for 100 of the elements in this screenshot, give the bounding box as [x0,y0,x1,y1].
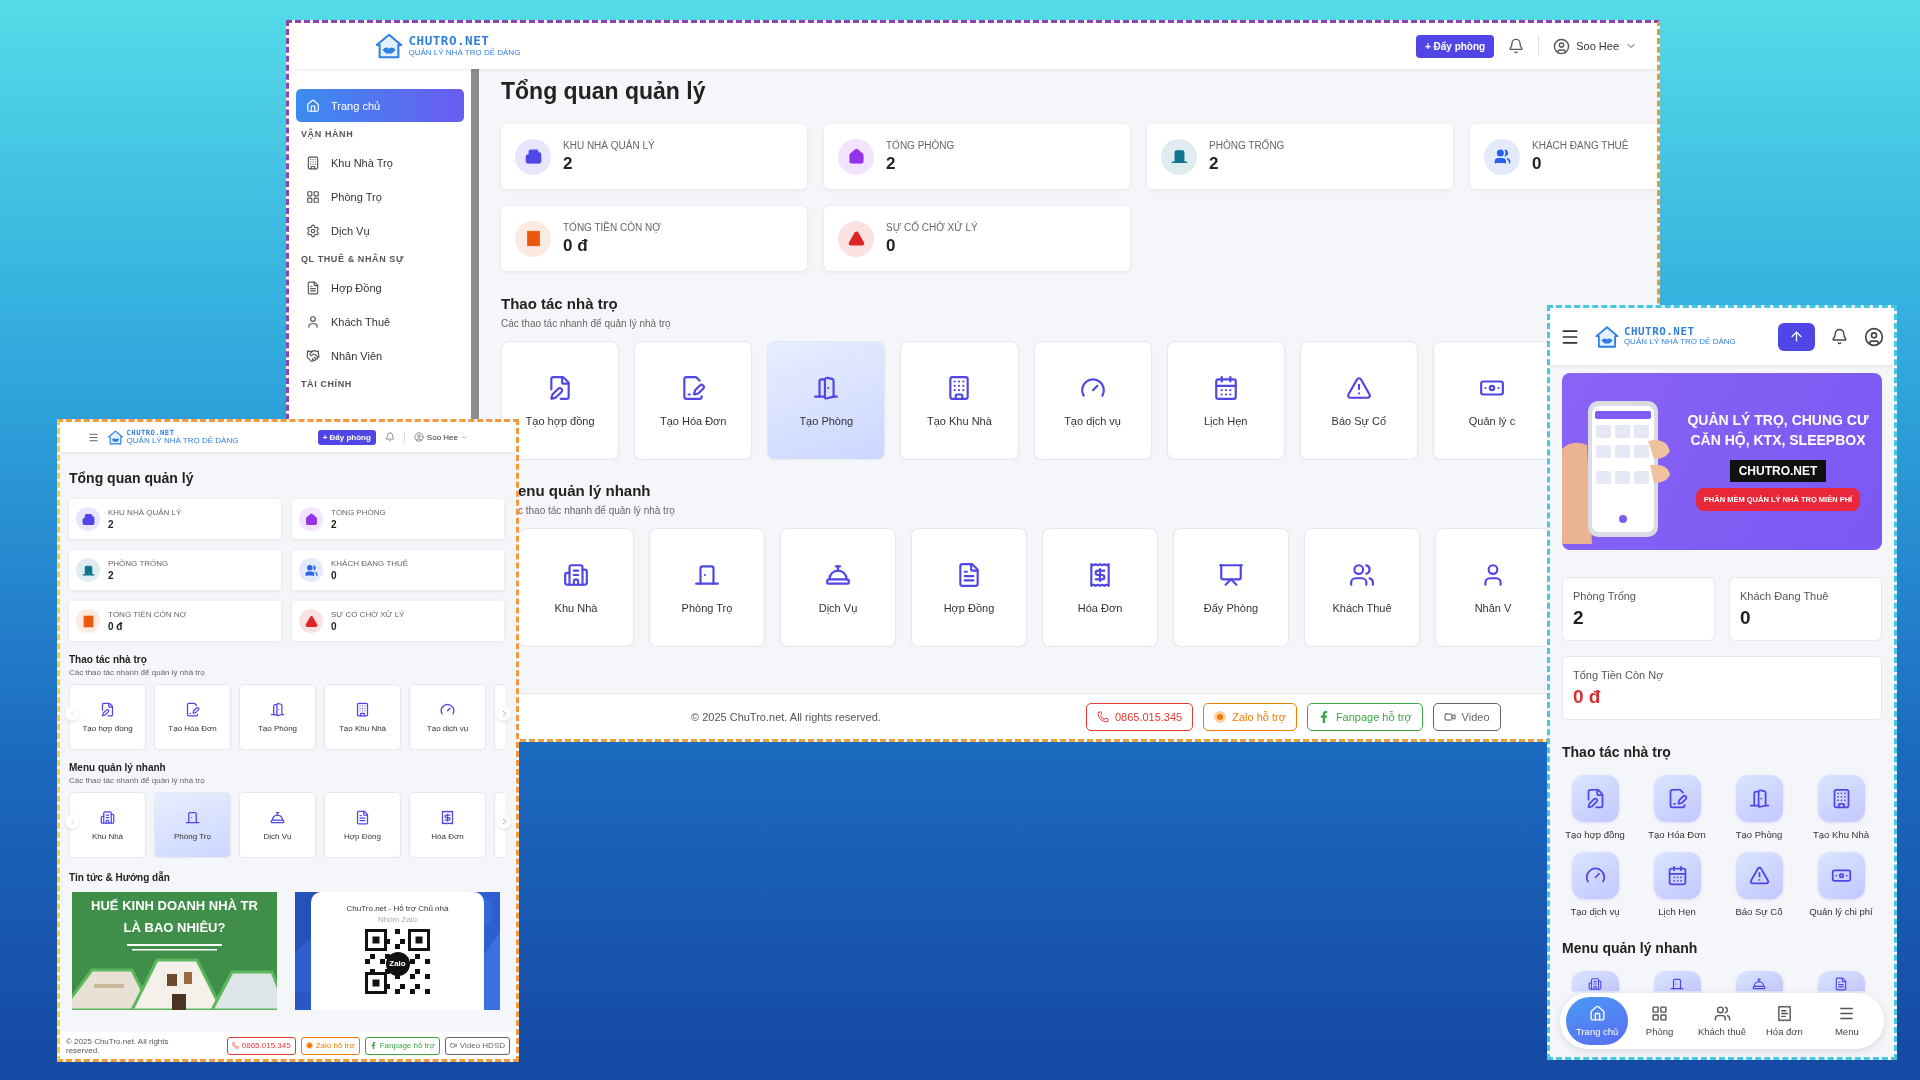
banner-brand: CHUTRO.NET [1729,460,1827,482]
qr-subtitle: Nhóm Zalo [377,915,418,924]
push-room-button[interactable]: + Đẩy phòng [317,429,376,445]
stat-label: Tổng Tiền Còn Nợ [1573,668,1665,681]
building-icon [306,155,320,170]
action-card[interactable]: Dịch Vụ [780,528,896,647]
menu-tile[interactable] [1817,971,1865,991]
nav-item[interactable]: Trang chủ [1566,997,1629,1045]
calendar-icon [1212,374,1239,401]
warning-icon [1345,374,1372,401]
action-card[interactable]: Tạo hợp đồng [69,684,146,750]
action-card[interactable]: Tạo hợp đồng [501,341,620,460]
document-pen-icon [100,701,115,717]
action-tile[interactable]: Báo Sự Cố [1718,852,1800,917]
stat-value: 0 đ [1573,685,1602,708]
action-card[interactable]: Báo Sự Cố [1299,341,1418,460]
chevron-down-icon [461,433,468,441]
banner-headline: QUẢN LÝ TRỌ, CHUNG CƯ [1687,412,1869,428]
stat-label: SỰ CỐ CHỜ XỬ LÝ [886,221,978,233]
action-tile[interactable]: Lịch Hẹn [1636,852,1718,917]
action-tile[interactable]: Tạo Hóa Đơn [1636,775,1718,840]
sidebar-item[interactable]: Phòng Trọ [296,180,464,213]
sidebar-item[interactable]: Trang chủ [296,89,464,122]
door-icon [270,701,285,717]
sidebar-item[interactable]: Khách Thuê [296,305,464,338]
user-icon [1864,326,1884,347]
support-button[interactable]: 0865.015.345 [226,1036,296,1055]
action-card[interactable]: Tạo Hóa Đơn [154,684,231,750]
door-icon [185,809,200,825]
stat-value: 2 [108,519,115,530]
section-subtitle: Các thao tác nhanh để quản lý nhà trọ [501,318,672,329]
stat-label: KHÁCH ĐANG THUÊ [331,559,409,568]
sidebar-item[interactable]: Dịch Vụ [296,214,464,247]
action-card[interactable]: Tạo Phòng [767,341,886,460]
action-card[interactable]: Tạo dịch vụ [1033,341,1152,460]
door-icon [813,374,840,401]
menu-tile[interactable] [1571,971,1619,991]
action-card[interactable]: Hóa Đơn [1042,528,1158,647]
stat-value: 2 [331,519,338,530]
sidebar-item[interactable]: Khu Nhà Trọ [296,146,464,179]
action-card[interactable]: Hóa Đơn [409,792,486,858]
sidebar-heading: QL THUÊ & NHÂN SỰ [300,252,405,266]
buildings-icon [563,561,589,588]
action-tile[interactable]: Tạo Khu Nhà [1800,775,1882,840]
copyright-text: © 2025 ChuTro.net. All rights reserved. [66,1036,170,1055]
action-card[interactable]: Lịch Hẹn [1166,341,1285,460]
user-name[interactable]: Soo Hee [426,432,458,442]
action-card[interactable]: Hợp Đồng [911,528,1027,647]
nav-item[interactable]: Khách thuê [1690,997,1754,1045]
action-tile[interactable]: Tạo Phòng [1718,775,1800,840]
menu-icon [1838,1005,1856,1022]
action-card[interactable]: Tạo dịch vụ [409,684,486,750]
stat-value: 2 [108,570,115,581]
action-tile[interactable]: Quản lý chi phí [1800,852,1882,917]
section-title: Menu quản lý nhanh [1562,939,1699,957]
menu-tile[interactable] [1653,971,1701,991]
news-headline: LÀ BAO NHIÊU? [122,920,227,935]
house-icon [306,98,320,113]
section-title: Thao tác nhà trọ [1562,743,1672,761]
sidebar-item[interactable]: Hợp Đồng [296,271,464,304]
action-tile[interactable]: Tạo hợp đồng [1554,775,1636,840]
action-card[interactable]: Dịch Vụ [239,792,316,858]
action-card[interactable]: Khách Thuê [1304,528,1420,647]
action-card[interactable]: Phòng Trọ [649,528,765,647]
user-name[interactable]: Soo Hee [1576,40,1619,52]
sidebar-heading: VẬN HÀNH [300,127,355,141]
house-icon [1588,1005,1606,1022]
action-card[interactable]: Khu Nhà [518,528,634,647]
upload-button[interactable] [1778,322,1815,351]
logo-tagline: QUẢN LÝ NHÀ TRỌ DỄ DÀNG [1623,338,1736,347]
nav-item[interactable]: Hóa đơn [1753,997,1816,1045]
menu-tile[interactable] [1735,971,1783,991]
banner-headline: CĂN HỘ, KTX, SLEEPBOX [1690,432,1866,448]
support-button[interactable]: 0865.015.345 [1085,702,1194,731]
notification-icon [384,432,395,442]
push-room-button[interactable]: + Đẩy phòng [1415,34,1495,58]
qr-code-icon [365,929,430,994]
users-icon [1713,1005,1731,1022]
action-card[interactable]: Tạo Khu Nhà [324,684,401,750]
copyright-text: © 2025 ChuTro.net. All rights reserved. [691,710,881,723]
nav-item[interactable]: Phòng [1628,997,1691,1045]
action-card[interactable]: Phòng Trọ [154,792,231,858]
sidebar-item[interactable]: Nhân Viên [296,339,464,372]
support-button[interactable]: Video [1432,702,1501,731]
action-card[interactable]: Khu Nhà [69,792,146,858]
action-card[interactable]: Tạo Khu Nhà [900,341,1019,460]
document-icon [306,280,320,295]
nav-item[interactable]: Menu [1815,997,1879,1045]
section-subtitle: Các thao tác nhanh để quản lý nhà trọ [69,776,206,785]
settings-icon [306,223,320,238]
stat-label: PHÒNG TRỐNG [108,559,169,568]
action-tile[interactable]: Tạo dịch vụ [1554,852,1636,917]
action-card[interactable]: Tạo Hóa Đơn [634,341,753,460]
action-card[interactable]: Hợp Đồng [324,792,401,858]
sidebar-heading: TÀI CHÍNH [300,378,353,391]
action-card[interactable]: Đẩy Phòng [1173,528,1289,647]
presentation-icon [1218,561,1244,588]
support-button[interactable]: Video HDSD [444,1036,510,1055]
action-card[interactable]: Tạo Phòng [239,684,316,750]
warning-icon [1748,865,1770,886]
